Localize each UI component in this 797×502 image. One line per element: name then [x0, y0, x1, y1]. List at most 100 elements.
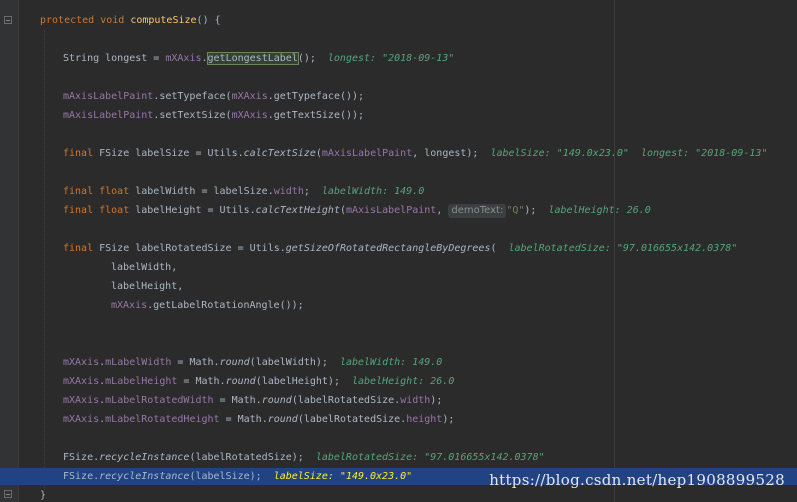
method-call: calcTextHeight — [255, 205, 340, 216]
field-ref: mLabelRotatedHeight — [105, 414, 220, 425]
field-ref: mLabelRotatedWidth — [105, 395, 214, 406]
code-line-m-label-width[interactable]: mXAxis.mLabelWidth = Math.round(labelWid… — [0, 354, 797, 371]
field-ref: mXAxis — [63, 395, 100, 406]
code-text: ); — [442, 414, 455, 425]
code-text: ); — [524, 205, 537, 216]
debug-value-hint: labelHeight: 26.0 — [351, 376, 455, 387]
code-text: labelWidth = labelSize. — [135, 186, 274, 197]
field-ref: mAxisLabelPaint — [63, 91, 154, 102]
code-text: (labelRotatedSize. — [297, 414, 407, 425]
keyword: final float — [63, 186, 136, 197]
field-ref: width — [400, 395, 431, 406]
field-ref: mAxisLabelPaint — [63, 110, 154, 121]
code-line-arg-angle[interactable]: mXAxis.getLabelRotationAngle()); — [0, 297, 797, 314]
code-text: (labelRotatedSize); — [189, 452, 304, 463]
code-text: labelHeight, — [111, 281, 184, 292]
code-text: (); — [297, 53, 316, 64]
field-ref: mAxisLabelPaint — [346, 205, 437, 216]
debug-value-hint: longest: "2018-09-13" — [327, 53, 455, 64]
method-call: getSizeOfRotatedRectangleByDegrees — [285, 243, 491, 254]
code-text: String longest = — [63, 53, 166, 64]
field-ref: mLabelHeight — [105, 376, 178, 387]
code-text: .getTypeface()); — [267, 91, 365, 102]
code-line-label-size[interactable]: final FSize labelSize = Utils.calcTextSi… — [0, 145, 797, 162]
code-text: FSize labelRotatedSize = Utils. — [99, 243, 286, 254]
keyword: final — [63, 148, 100, 159]
code-line-signature[interactable]: protected void computeSize() { — [0, 12, 797, 29]
code-line-arg-height[interactable]: labelHeight, — [0, 278, 797, 295]
code-text: (labelHeight); — [255, 376, 340, 387]
debug-value-hint: labelWidth: 149.0 — [321, 186, 425, 197]
method-call: round — [225, 376, 256, 387]
debug-value-hint: labelSize: "149.0x23.0" — [273, 471, 413, 482]
field-ref: mXAxis — [111, 300, 148, 311]
code-line-label-width[interactable]: final float labelWidth = labelSize.width… — [0, 183, 797, 200]
code-text: FSize. — [63, 471, 100, 482]
code-line-recycle-rotated[interactable]: FSize.recycleInstance(labelRotatedSize);… — [0, 449, 797, 466]
code-line-m-label-rotated-height[interactable]: mXAxis.mLabelRotatedHeight = Math.round(… — [0, 411, 797, 428]
code-line-label-rotated-size[interactable]: final FSize labelRotatedSize = Utils.get… — [0, 240, 797, 257]
field-ref: mXAxis — [63, 376, 100, 387]
keyword: final — [63, 243, 100, 254]
code-line-set-typeface[interactable]: mAxisLabelPaint.setTypeface(mXAxis.getTy… — [0, 88, 797, 105]
keyword: protected void — [40, 15, 131, 26]
code-text: (labelRotatedSize. — [291, 395, 401, 406]
field-ref: mAxisLabelPaint — [321, 148, 413, 159]
method-call: recycleInstance — [99, 471, 190, 482]
debug-value-hint: labelHeight: 26.0 — [548, 205, 651, 216]
code-text: .setTextSize( — [153, 110, 232, 121]
code-text: , — [436, 205, 443, 216]
selected-method[interactable]: getLongestLabel — [206, 52, 299, 65]
debug-value-hint: labelRotatedSize: "97.016655x142.0378" — [315, 452, 545, 463]
method-call: round — [219, 357, 250, 368]
method-call: calcTextSize — [243, 148, 316, 159]
code-line-m-label-height[interactable]: mXAxis.mLabelHeight = Math.round(labelHe… — [0, 373, 797, 390]
code-text: ); — [430, 395, 443, 406]
code-text: = Math. — [213, 395, 262, 406]
code-text: (labelSize); — [189, 471, 262, 482]
field-ref: mLabelWidth — [105, 357, 172, 368]
code-text: = Math. — [219, 414, 268, 425]
parameter-name-hint: demoText: — [448, 204, 507, 218]
watermark-url: https://blog.csdn.net/hep1908899528 — [489, 471, 785, 489]
code-line-longest[interactable]: String longest = mXAxis.getLongestLabel(… — [0, 50, 797, 67]
code-text: FSize labelSize = Utils. — [99, 148, 244, 159]
code-text: .setTypeface( — [153, 91, 232, 102]
field-ref: height — [406, 414, 443, 425]
code-text: labelHeight = Utils. — [135, 205, 256, 216]
code-text: ( — [490, 243, 497, 254]
method-call: round — [267, 414, 298, 425]
debug-value-hint: labelRotatedSize: "97.016655x142.0378" — [508, 243, 738, 254]
string-literal: "Q" — [506, 205, 525, 216]
method-name: computeSize — [130, 15, 197, 26]
code-text: . — [201, 53, 208, 64]
code-text: = Math. — [177, 376, 226, 387]
keyword: final float — [63, 205, 136, 216]
code-text: ; — [303, 186, 310, 197]
code-line-m-label-rotated-width[interactable]: mXAxis.mLabelRotatedWidth = Math.round(l… — [0, 392, 797, 409]
method-call: recycleInstance — [99, 452, 190, 463]
code-line-close-brace[interactable]: } — [0, 487, 797, 502]
code-text: FSize. — [63, 452, 100, 463]
code-editor[interactable]: protected void computeSize() { String lo… — [0, 0, 797, 502]
code-text: } — [40, 490, 47, 501]
code-text: .getLabelRotationAngle()); — [147, 300, 304, 311]
field-ref: mXAxis — [231, 110, 268, 121]
field-ref: width — [273, 186, 304, 197]
code-line-set-text-size[interactable]: mAxisLabelPaint.setTextSize(mXAxis.getTe… — [0, 107, 797, 124]
code-line-label-height[interactable]: final float labelHeight = Utils.calcText… — [0, 202, 797, 219]
debug-value-hint: labelWidth: 149.0 — [339, 357, 443, 368]
field-ref: mXAxis — [63, 357, 100, 368]
field-ref: mXAxis — [231, 91, 268, 102]
method-call: round — [261, 395, 292, 406]
code-text: labelWidth, — [111, 262, 178, 273]
field-ref: mXAxis — [63, 414, 100, 425]
code-text: = Math. — [171, 357, 220, 368]
code-text: (labelWidth); — [249, 357, 328, 368]
code-text: .getTextSize()); — [267, 110, 365, 121]
debug-value-hint: labelSize: "149.0x23.0" longest: "2018-0… — [490, 148, 768, 159]
field-ref: mXAxis — [165, 53, 202, 64]
code-text: () { — [196, 15, 221, 26]
code-text: , longest); — [412, 148, 479, 159]
code-line-arg-width[interactable]: labelWidth, — [0, 259, 797, 276]
